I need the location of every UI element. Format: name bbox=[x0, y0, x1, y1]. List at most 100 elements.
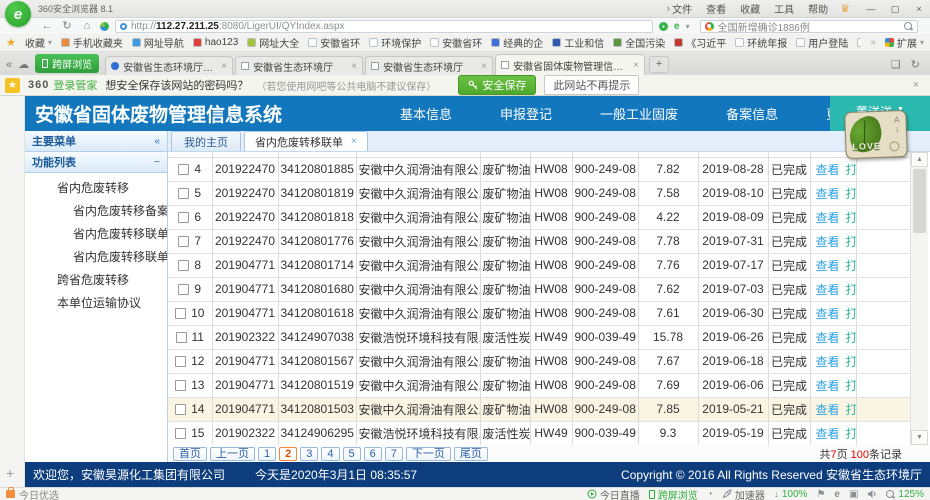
print-link[interactable]: 打印 bbox=[846, 427, 856, 441]
next-page-button[interactable]: 下一页 bbox=[406, 447, 451, 461]
print-link[interactable]: 打印 bbox=[846, 235, 856, 249]
view-link[interactable]: 查看 bbox=[816, 235, 840, 249]
bookmark-item[interactable]: 环统年报 bbox=[735, 35, 787, 50]
view-link[interactable]: 查看 bbox=[816, 331, 840, 345]
bookmark-item[interactable]: 工业和信 bbox=[552, 35, 604, 50]
print-link[interactable]: 打印 bbox=[846, 403, 856, 417]
tab-my-home[interactable]: 我的主页 bbox=[171, 131, 241, 151]
save-password-button[interactable]: 安全保存 bbox=[458, 75, 536, 95]
print-link[interactable]: 打印 bbox=[846, 259, 856, 273]
row-checkbox[interactable] bbox=[178, 164, 189, 175]
sidebar-section-function-list[interactable]: 功能列表 − bbox=[25, 152, 167, 173]
menu-item[interactable]: 收藏 bbox=[740, 1, 760, 16]
cross-screen-status[interactable]: 跨屏浏览 bbox=[649, 487, 698, 500]
view-link[interactable]: 查看 bbox=[816, 307, 840, 321]
daily-picks[interactable]: 今日优选 bbox=[6, 487, 59, 500]
view-link[interactable]: 查看 bbox=[816, 187, 840, 201]
view-link[interactable]: 查看 bbox=[816, 211, 840, 225]
collapse-icon[interactable]: « bbox=[154, 136, 160, 147]
search-input[interactable]: 全国新增确诊1886例 bbox=[700, 20, 918, 33]
tab-close-icon[interactable]: × bbox=[481, 61, 487, 72]
close-button[interactable]: × bbox=[908, 2, 930, 16]
maximize-button[interactable]: ▢ bbox=[884, 2, 906, 16]
page-number-button[interactable]: 2 bbox=[279, 447, 297, 461]
speaker-icon[interactable] bbox=[867, 489, 877, 499]
bookmark-item[interactable]: 手机收藏夹 bbox=[61, 35, 123, 50]
sidebar-header[interactable]: 主要菜单 « bbox=[25, 131, 167, 152]
browser-tab[interactable]: 安徽省生态环境厅 × bbox=[365, 56, 493, 75]
bookmark-item[interactable]: 安徽省置 bbox=[857, 35, 861, 50]
tab-close-icon[interactable]: × bbox=[633, 60, 639, 71]
chevron-down-icon[interactable]: ▾ bbox=[686, 22, 690, 31]
minus-icon[interactable]: − bbox=[154, 157, 160, 168]
ie-mode-icon[interactable]: e bbox=[834, 489, 840, 500]
browser-tab[interactable]: 安徽省生态环境厅_百度搜索 × bbox=[105, 56, 233, 75]
page-number-button[interactable]: 7 bbox=[385, 447, 403, 461]
bookmark-item[interactable]: 安徽省环 bbox=[308, 35, 360, 50]
refresh-icon[interactable]: ↻ bbox=[60, 20, 74, 32]
page-number-button[interactable]: 1 bbox=[258, 447, 276, 461]
row-checkbox[interactable] bbox=[175, 356, 186, 367]
search-icon[interactable] bbox=[904, 22, 913, 31]
add-panel-icon[interactable]: + bbox=[6, 465, 14, 481]
bookmark-item[interactable]: 网址导航 bbox=[132, 35, 184, 50]
row-checkbox[interactable] bbox=[176, 332, 187, 343]
tab-close-icon[interactable]: × bbox=[351, 136, 357, 147]
print-link[interactable]: 打印 bbox=[846, 307, 856, 321]
menu-item[interactable]: 帮助 bbox=[808, 1, 828, 16]
windows-icon[interactable]: ▣ bbox=[849, 489, 858, 500]
bookmark-item[interactable]: 《习近平 bbox=[674, 35, 726, 50]
home-icon[interactable]: ⌂ bbox=[80, 20, 94, 32]
row-checkbox[interactable] bbox=[175, 308, 186, 319]
row-checkbox[interactable] bbox=[175, 380, 186, 391]
view-link[interactable]: 查看 bbox=[816, 403, 840, 417]
vip-crown-icon[interactable]: ♛ bbox=[840, 2, 850, 15]
nav-item[interactable]: 备案信息 bbox=[726, 104, 778, 123]
nav-item[interactable]: 基本信息 bbox=[400, 104, 452, 123]
bookmark-item[interactable]: 环境保护 bbox=[369, 35, 421, 50]
row-checkbox[interactable] bbox=[178, 188, 189, 199]
close-icon[interactable]: × bbox=[913, 79, 925, 91]
print-link[interactable]: 打印 bbox=[846, 355, 856, 369]
scroll-up-icon[interactable]: ▲ bbox=[911, 152, 928, 167]
sidebar-menu-item[interactable]: 省内危废转移 bbox=[25, 177, 167, 200]
favorites-menu[interactable]: 收藏▾ bbox=[25, 35, 52, 50]
view-link[interactable]: 查看 bbox=[816, 259, 840, 273]
print-link[interactable]: 打印 bbox=[846, 379, 856, 393]
tab-manifest-active[interactable]: 省内危废转移联单 × bbox=[244, 131, 368, 151]
last-page-button[interactable]: 尾页 bbox=[454, 447, 488, 461]
print-link[interactable]: 打印 bbox=[846, 283, 856, 297]
back-icon[interactable]: ← bbox=[40, 20, 54, 32]
live-stream-button[interactable]: 今日直播 bbox=[587, 487, 640, 500]
sidebar-menu-item[interactable]: 跨省危废转移 bbox=[25, 269, 167, 292]
search-hotword[interactable]: 全国新增确诊1886例 bbox=[718, 19, 900, 34]
url-text[interactable]: http://112.27.211.25:8080/LigerUI/QYInde… bbox=[131, 21, 345, 32]
new-tab-button[interactable]: + bbox=[649, 56, 669, 73]
row-checkbox[interactable] bbox=[178, 236, 189, 247]
sidebar-menu-item[interactable]: 省内危废转移联单退回 bbox=[25, 246, 167, 269]
bookmark-item[interactable]: 用户登陆 bbox=[796, 35, 848, 50]
bookmark-item[interactable]: 全国污染 bbox=[613, 35, 665, 50]
minimize-button[interactable]: — bbox=[860, 2, 882, 16]
speed-gauge-icon[interactable]: ◔ bbox=[707, 489, 713, 500]
dismiss-password-button[interactable]: 此网站不再提示 bbox=[544, 75, 639, 95]
row-checkbox[interactable] bbox=[175, 428, 186, 439]
nav-item[interactable]: 一般工业固废 bbox=[600, 104, 678, 123]
prev-page-button[interactable]: 上一页 bbox=[210, 447, 255, 461]
print-link[interactable]: 打印 bbox=[846, 211, 856, 225]
sidebar-menu-item[interactable]: 本单位运输协议 bbox=[25, 292, 167, 315]
print-link[interactable]: 打印 bbox=[846, 187, 856, 201]
bookmark-item[interactable]: 安徽省环 bbox=[430, 35, 482, 50]
view-link[interactable]: 查看 bbox=[816, 427, 840, 441]
table-scrollbar[interactable]: ▲ ▼ bbox=[910, 152, 928, 445]
view-link[interactable]: 查看 bbox=[816, 283, 840, 297]
scrollbar-thumb[interactable] bbox=[913, 169, 926, 233]
tab-close-icon[interactable]: × bbox=[221, 61, 227, 72]
cross-screen-button[interactable]: 跨屏浏览 bbox=[35, 54, 99, 73]
menu-item[interactable]: 工具 bbox=[774, 1, 794, 16]
print-link[interactable]: 打印 bbox=[846, 163, 856, 177]
extensions-menu[interactable]: 扩展 ▾ bbox=[885, 35, 924, 50]
menu-expand-icon[interactable]: › bbox=[666, 3, 670, 15]
flag-icon[interactable]: ⚑ bbox=[816, 489, 825, 500]
row-checkbox[interactable] bbox=[175, 404, 186, 415]
